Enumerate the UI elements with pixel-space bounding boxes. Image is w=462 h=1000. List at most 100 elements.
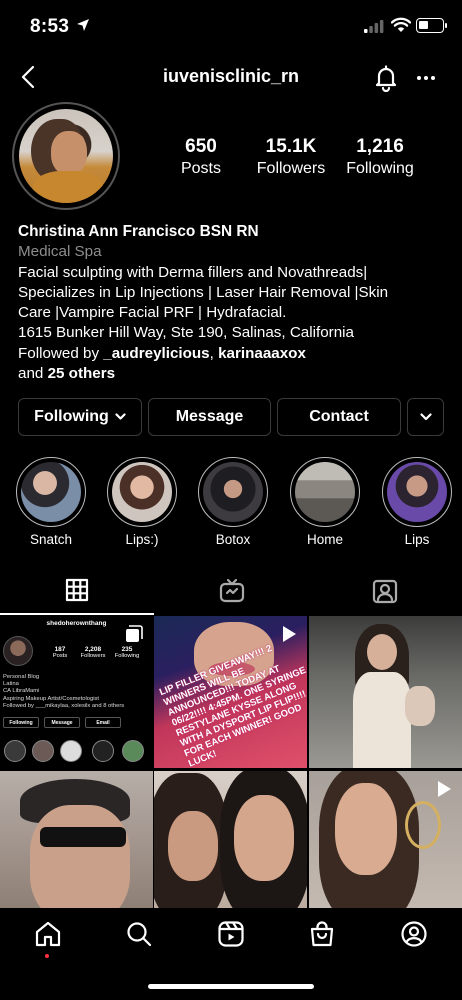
story-highlight[interactable]: Lips — [381, 457, 453, 547]
post-mini-highlight — [92, 740, 114, 762]
post-mini-stat-label: Following — [114, 653, 140, 659]
reels-icon[interactable] — [217, 920, 245, 948]
post-mini-bio-line: Personal Blog — [3, 674, 40, 680]
highlight-label: Lips:) — [125, 532, 159, 547]
post-mini-stat-label: Followers — [80, 653, 106, 659]
followed-by-user[interactable]: karinaaaxox — [218, 345, 306, 362]
post-mini-stat-value: 235 — [121, 646, 133, 653]
stat-label: Followers — [256, 160, 326, 177]
igtv-tab-icon[interactable] — [219, 578, 245, 604]
followed-by-others[interactable]: and 25 others — [18, 364, 450, 384]
post-mini-stat: 235 Following — [112, 646, 142, 659]
post-thumbnail[interactable] — [309, 771, 462, 923]
stat-followers[interactable]: 15.1K Followers — [250, 136, 332, 178]
post-mini-highlight — [32, 740, 54, 762]
post-outfit-shape — [353, 672, 411, 768]
bio-line: Care |Vampire Facial PRF | Hydrafacial. — [18, 304, 287, 322]
post-mini-highlight — [122, 740, 144, 762]
profile-header: iuvenisclinic_rn — [0, 56, 462, 100]
notification-bell-icon[interactable] — [373, 64, 399, 92]
profile-category: Medical Spa — [18, 243, 102, 261]
stat-posts[interactable]: 650 Posts — [164, 136, 238, 178]
post-mini-highlight — [60, 740, 82, 762]
highlight-label: Snatch — [29, 532, 73, 547]
following-button[interactable]: Following — [18, 398, 142, 436]
post-thumbnail[interactable] — [0, 771, 153, 923]
post-mini-bio-line: Followed by ___mikaylaa, xolesilx and 8 … — [3, 702, 125, 709]
post-bag-shape — [405, 686, 435, 726]
post-mini-stat: 2,208 Followers — [78, 646, 108, 659]
video-play-icon — [438, 781, 451, 797]
post-earring-shape — [405, 801, 441, 849]
status-bar: 8:53 — [0, 0, 462, 56]
post-face-shape — [30, 805, 130, 923]
stat-value: 15.1K — [265, 136, 317, 157]
wifi-icon — [391, 17, 411, 32]
grid-tab-icon[interactable] — [65, 578, 89, 602]
stat-value: 1,216 — [356, 136, 404, 157]
bio-address: 1615 Bunker Hill Way, Ste 190, Salinas, … — [18, 324, 354, 342]
stat-following[interactable]: 1,216 Following — [340, 136, 420, 178]
post-thumbnail[interactable]: LIP FILLER GIVEAWAY!!! 2 WINNERS WILL BE… — [154, 616, 307, 768]
post-thumbnail[interactable] — [154, 771, 307, 923]
profile-full-name: Christina Ann Francisco BSN RN — [18, 223, 259, 240]
notification-dot — [45, 954, 49, 958]
post-mini-bio-line: CA LibraMami — [3, 688, 40, 695]
story-highlight[interactable]: Lips:) — [106, 457, 178, 547]
stat-value: 650 — [185, 136, 217, 157]
highlight-label: Botox — [215, 532, 251, 547]
highlight-label: Home — [306, 532, 343, 547]
post-mini-avatar — [3, 636, 33, 666]
followed-by-separator: , — [209, 344, 219, 362]
following-button-label: Following — [34, 408, 109, 425]
bio-line: Facial sculpting with Derma fillers and … — [18, 263, 368, 281]
profile-bio: Christina Ann Francisco BSN RN Medical S… — [18, 222, 450, 384]
active-tab-indicator — [0, 613, 154, 615]
post-thumbnail[interactable]: shedoherownthang 187 Posts 2,208 Followers… — [0, 616, 153, 768]
profile-avatar[interactable] — [12, 102, 120, 210]
post-mini-bio-line: Latina — [3, 681, 19, 688]
post-mini-stat-value: 2,208 — [84, 646, 102, 653]
tagged-tab-icon[interactable] — [372, 578, 398, 604]
post-mini-highlight — [4, 740, 26, 762]
highlight-ring — [198, 457, 268, 527]
post-face-shape — [335, 783, 397, 875]
message-button-label: Message — [175, 408, 244, 425]
post-face-shape — [367, 634, 397, 670]
location-arrow-icon — [77, 19, 89, 31]
story-highlight[interactable]: Botox — [197, 457, 269, 547]
story-highlight[interactable]: Snatch — [15, 457, 87, 547]
highlight-ring — [16, 457, 86, 527]
post-mini-button: Message — [44, 717, 80, 728]
highlight-ring — [382, 457, 452, 527]
followed-by-user[interactable]: _audreylicious — [103, 345, 209, 362]
home-icon[interactable] — [34, 920, 62, 948]
post-mini-bio-line: Aspiring Makeup Artist/Cosmetologist — [3, 695, 100, 702]
message-button[interactable]: Message — [148, 398, 271, 436]
post-mini-bio: Personal Blog Latina CA LibraMami Aspiri… — [3, 674, 124, 710]
post-thumbnail[interactable] — [309, 616, 462, 768]
profile-tabs — [0, 570, 462, 615]
contact-button-label: Contact — [309, 408, 369, 425]
video-play-icon — [283, 626, 296, 642]
stat-label: Following — [346, 160, 414, 177]
post-sunglasses-shape — [40, 827, 126, 847]
post-face-shape — [234, 795, 294, 881]
search-icon[interactable] — [125, 920, 153, 948]
profile-icon[interactable] — [400, 920, 428, 948]
cellular-signal-icon — [364, 20, 384, 33]
chevron-down-icon — [419, 413, 432, 421]
highlight-ring — [290, 457, 360, 527]
post-mini-stat-value: 187 — [54, 646, 66, 653]
suggested-accounts-button[interactable] — [407, 398, 444, 436]
battery-icon — [416, 18, 447, 33]
bio-line: Specializes in Lip Injections | Laser Ha… — [18, 283, 389, 301]
shop-icon[interactable] — [308, 920, 336, 948]
contact-button[interactable]: Contact — [277, 398, 401, 436]
more-options-icon[interactable] — [416, 68, 436, 88]
post-mini-stat-label: Posts — [52, 653, 68, 659]
followed-by-count: 25 others — [47, 365, 116, 383]
story-highlight[interactable]: Home — [289, 457, 361, 547]
followed-by[interactable]: Followed by _audreylicious, karinaaaxox — [18, 344, 450, 364]
highlight-ring — [107, 457, 177, 527]
